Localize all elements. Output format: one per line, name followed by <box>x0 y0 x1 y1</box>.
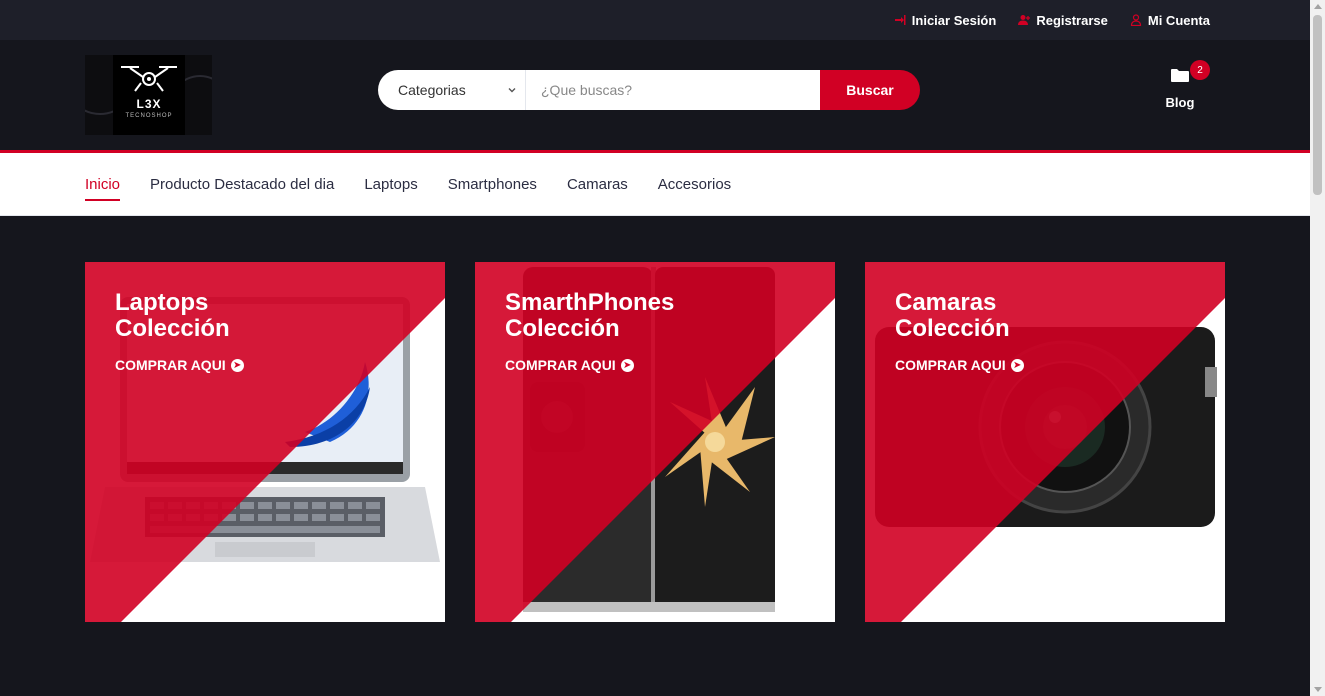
blog-badge: 2 <box>1190 60 1210 80</box>
register-link[interactable]: Registrarse <box>1018 13 1108 28</box>
card-title-line1: Laptops <box>115 289 209 316</box>
scroll-down-icon[interactable] <box>1314 687 1322 692</box>
search-button[interactable]: Buscar <box>820 70 920 110</box>
blog-link[interactable]: 2 Blog <box>1160 60 1210 110</box>
logo-badge: L3X TECNOSHOP <box>113 55 185 135</box>
user-icon <box>1130 14 1141 26</box>
arrow-circle-right-icon: ➤ <box>230 358 244 372</box>
buy-here-label: COMPRAR AQUI <box>895 357 1006 373</box>
scrollbar-thumb[interactable] <box>1313 15 1322 195</box>
collection-card-smartphones[interactable]: SmarthPhones Colección COMPRAR AQUI ➤ <box>475 262 835 622</box>
card-title-line2: Colección <box>895 315 1010 342</box>
my-account-link-label: Mi Cuenta <box>1147 12 1210 28</box>
folder-icon <box>1171 69 1189 82</box>
main-header: L3X TECNOSHOP Categorias ¿Que buscas? Bu… <box>0 40 1310 150</box>
card-title-line1: SmarthPhones <box>505 289 675 316</box>
logo[interactable]: L3X TECNOSHOP <box>85 55 212 135</box>
my-account-link[interactable]: Mi Cuenta <box>1130 13 1210 28</box>
card-title-line2: Colección <box>115 315 230 342</box>
arrow-circle-right-icon: ➤ <box>620 358 634 372</box>
nav-item-laptops[interactable]: Laptops <box>364 172 417 197</box>
nav-items: Inicio Producto Destacado del dia Laptop… <box>85 153 731 216</box>
nav-item-accesorios[interactable]: Accesorios <box>658 172 731 197</box>
top-links: Iniciar Sesión Registrarse Mi Cuenta <box>894 0 1210 40</box>
main-nav: Inicio Producto Destacado del dia Laptop… <box>0 153 1310 216</box>
collection-card-laptops[interactable]: Laptops Colección COMPRAR AQUI ➤ <box>85 262 445 622</box>
login-link[interactable]: Iniciar Sesión <box>894 12 997 28</box>
page-scrollbar[interactable] <box>1310 0 1325 696</box>
category-select[interactable]: Categorias <box>378 70 526 110</box>
user-plus-icon <box>1018 15 1031 25</box>
buy-here-link[interactable]: COMPRAR AQUI ➤ <box>895 357 1024 373</box>
search-form: Categorias ¿Que buscas? Buscar <box>378 70 920 110</box>
drone-icon <box>121 66 177 92</box>
card-title-line2: Colección <box>505 315 620 342</box>
buy-here-link[interactable]: COMPRAR AQUI ➤ <box>115 357 244 373</box>
arrow-circle-right-icon: ➤ <box>1010 358 1024 372</box>
login-link-label: Iniciar Sesión <box>911 12 997 28</box>
register-link-label: Registrarse <box>1036 12 1108 28</box>
sign-in-icon <box>894 15 906 25</box>
chevron-down-icon <box>508 88 516 93</box>
card-title: Camaras Colección <box>895 290 1010 342</box>
buy-here-label: COMPRAR AQUI <box>505 357 616 373</box>
nav-item-smartphones[interactable]: Smartphones <box>448 172 537 197</box>
buy-here-label: COMPRAR AQUI <box>115 357 226 373</box>
search-input[interactable]: ¿Que buscas? <box>526 70 820 110</box>
card-title: SmarthPhones Colección <box>505 290 674 342</box>
card-title-line1: Camaras <box>895 289 997 316</box>
collection-card-cameras[interactable]: Camaras Colección COMPRAR AQUI ➤ <box>865 262 1225 622</box>
search-placeholder: ¿Que buscas? <box>541 82 633 98</box>
card-title: Laptops Colección <box>115 290 230 342</box>
buy-here-link[interactable]: COMPRAR AQUI ➤ <box>505 357 634 373</box>
nav-item-producto-destacado[interactable]: Producto Destacado del dia <box>150 172 334 197</box>
category-select-value: Categorias <box>398 82 466 98</box>
logo-subtext: TECNOSHOP <box>125 113 173 119</box>
logo-text: L3X <box>136 97 162 111</box>
blog-label: Blog <box>1165 95 1195 110</box>
nav-item-inicio[interactable]: Inicio <box>85 172 121 201</box>
nav-item-camaras[interactable]: Camaras <box>567 172 628 197</box>
scroll-up-icon[interactable] <box>1314 4 1322 9</box>
top-header: Iniciar Sesión Registrarse Mi Cuenta <box>0 0 1310 40</box>
